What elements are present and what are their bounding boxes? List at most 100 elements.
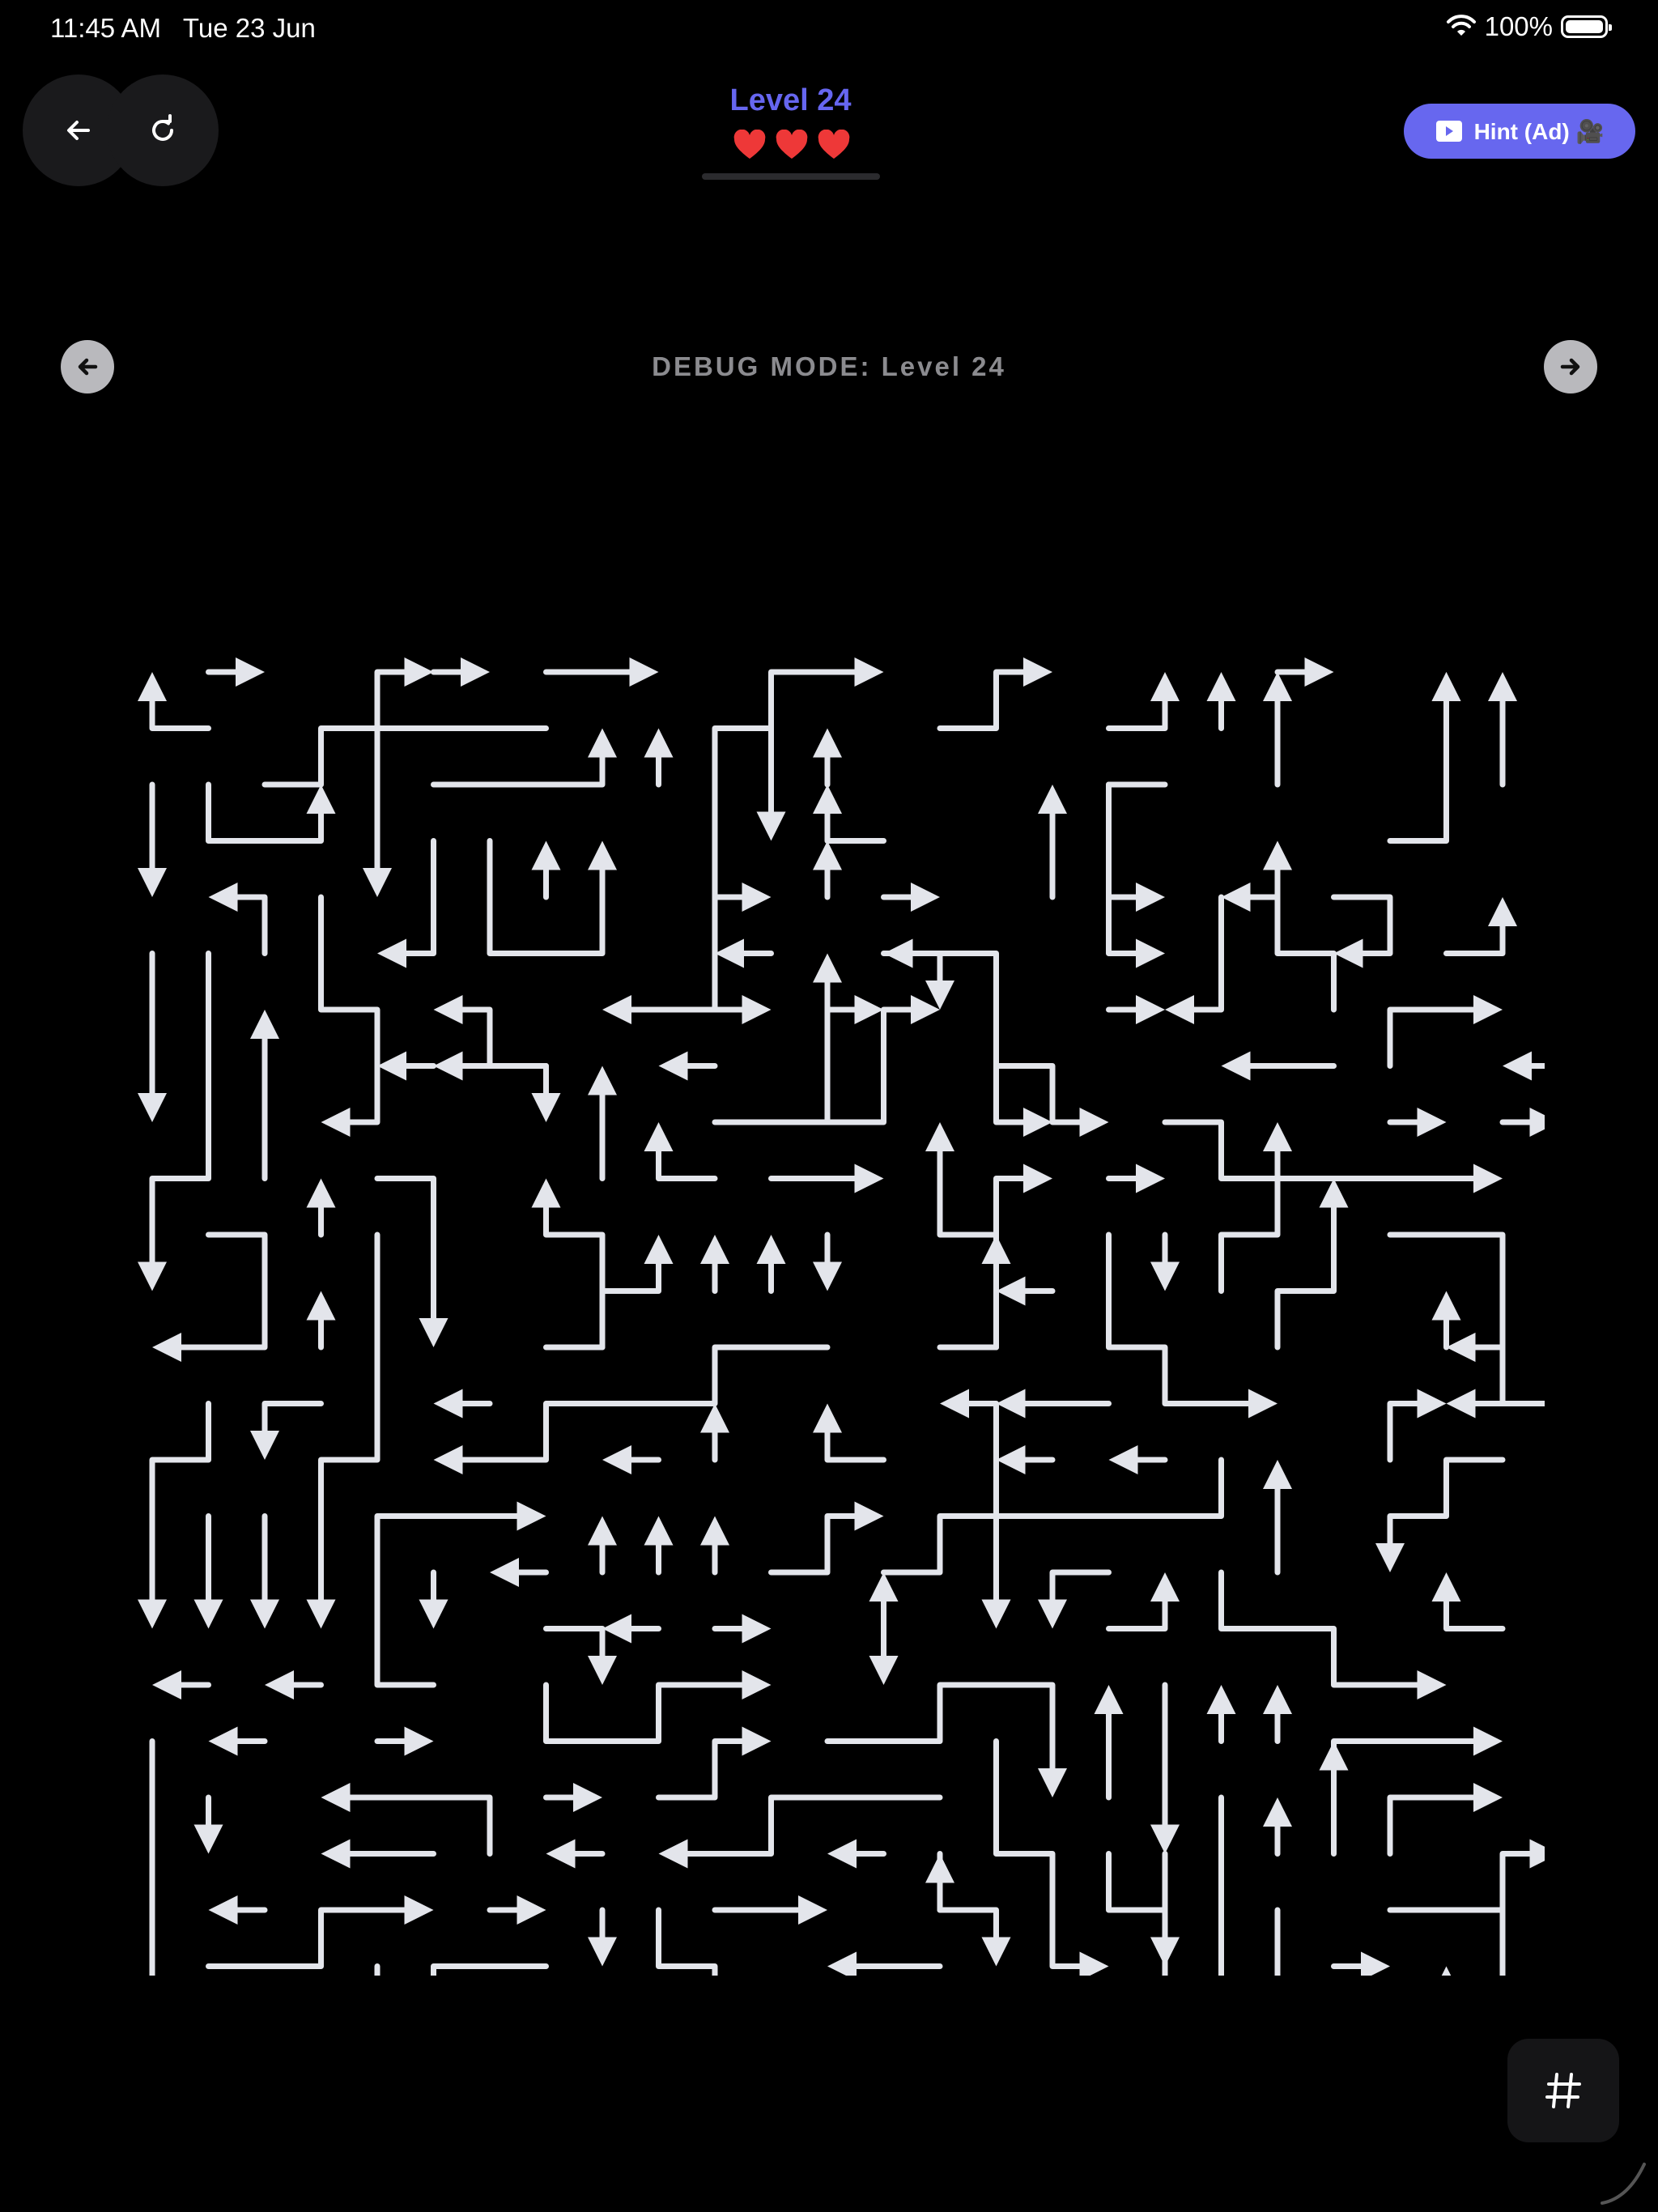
puzzle-arrow[interactable] [374,1501,546,1688]
puzzle-arrow[interactable] [937,657,1052,731]
puzzle-arrow[interactable] [318,894,380,1137]
puzzle-arrow[interactable] [996,1389,1112,1419]
puzzle-arrow[interactable] [756,725,786,841]
puzzle-arrow[interactable] [644,1122,718,1181]
puzzle-arrow[interactable] [827,1951,943,1976]
puzzle-arrow[interactable] [321,1839,436,1869]
puzzle-arrow[interactable] [1150,1231,1180,1291]
puzzle-arrow[interactable] [208,1726,268,1756]
puzzle-arrow[interactable] [138,1738,167,1976]
puzzle-arrow[interactable] [599,1235,674,1351]
puzzle-arrow[interactable] [588,1907,617,1967]
puzzle-arrow[interactable] [431,657,491,687]
puzzle-arrow[interactable] [1387,1839,1545,1913]
next-level-button[interactable] [1544,340,1597,393]
puzzle-arrow[interactable] [712,1895,827,1925]
puzzle-arrow[interactable] [1446,1333,1506,1362]
puzzle-arrow[interactable] [813,728,842,788]
puzzle-arrow[interactable] [824,995,884,1024]
puzzle-arrow[interactable] [306,1178,336,1238]
hint-ad-button[interactable]: Hint (Ad) 🎥 [1404,104,1635,159]
puzzle-arrow[interactable] [1387,1783,1503,1857]
puzzle-arrow[interactable] [1106,781,1166,968]
puzzle-arrow[interactable] [1331,894,1393,968]
puzzle-arrow[interactable] [881,883,941,912]
puzzle-arrow[interactable] [996,1276,1056,1306]
puzzle-arrow[interactable] [1106,1163,1166,1193]
puzzle-arrow[interactable] [306,1231,380,1629]
puzzle-arrow[interactable] [869,1572,899,1631]
puzzle-arrow[interactable] [658,1794,943,1869]
puzzle-arrow[interactable] [813,840,842,900]
puzzle-arrow[interactable] [1319,1741,1349,1857]
puzzle-arrow[interactable] [768,1501,884,1576]
puzzle-arrow[interactable] [1387,1108,1447,1137]
puzzle-arrow[interactable] [377,1051,436,1081]
puzzle-arrow[interactable] [321,1963,380,1976]
puzzle-arrow[interactable] [1274,657,1334,687]
puzzle-arrow[interactable] [993,1006,1053,1137]
puzzle-arrow[interactable] [700,1403,729,1463]
puzzle-arrow[interactable] [1499,1108,1545,1137]
puzzle-arrow[interactable] [1165,894,1224,1024]
puzzle-arrow[interactable] [1108,1445,1168,1474]
puzzle-arrow[interactable] [813,785,886,844]
puzzle-arrow[interactable] [1094,1685,1124,1801]
puzzle-arrow[interactable] [138,672,211,731]
puzzle-arrow[interactable] [602,1445,661,1474]
puzzle-arrow[interactable] [419,1963,549,1976]
puzzle-arrow[interactable] [700,1235,729,1294]
puzzle-arrow[interactable] [250,1401,324,1461]
puzzle-arrow[interactable] [1221,883,1337,1013]
puzzle-arrow[interactable] [531,1063,561,1123]
puzzle-arrow[interactable] [712,1614,772,1644]
puzzle-arrow[interactable] [1375,1457,1506,1572]
puzzle-arrow[interactable] [152,1231,268,1362]
puzzle-arrow[interactable] [981,1457,1224,1629]
arrow-puzzle-board[interactable] [113,640,1545,1976]
puzzle-arrow[interactable] [1218,1122,1293,1294]
puzzle-arrow[interactable] [1331,1951,1391,1976]
puzzle-arrow[interactable] [712,657,884,788]
puzzle-arrow[interactable] [588,1516,617,1576]
puzzle-arrow[interactable] [377,838,436,968]
puzzle-arrow[interactable] [656,1726,772,1801]
puzzle-arrow[interactable] [1038,785,1067,900]
puzzle-arrow[interactable] [1263,1685,1292,1744]
puzzle-arrow[interactable] [1150,1682,1180,1854]
puzzle-arrow[interactable] [1387,995,1503,1069]
puzzle-arrow[interactable] [1106,1851,1180,1967]
puzzle-arrow[interactable] [1106,672,1180,731]
puzzle-arrow[interactable] [1206,1685,1236,1744]
grid-toggle-button[interactable] [1507,2039,1619,2142]
puzzle-arrow[interactable] [1387,672,1461,844]
puzzle-arrow[interactable] [543,1626,618,1686]
puzzle-arrow[interactable] [1106,781,1168,912]
puzzle-arrow[interactable] [813,1231,842,1291]
puzzle-arrow[interactable] [824,1682,1067,1797]
puzzle-arrow[interactable] [208,1895,268,1925]
puzzle-arrow[interactable] [208,883,268,956]
puzzle-arrow[interactable] [1263,1797,1292,1857]
puzzle-arrow[interactable] [206,657,266,687]
puzzle-arrow[interactable] [250,1010,279,1181]
puzzle-arrow[interactable] [827,1839,886,1869]
puzzle-arrow[interactable] [813,1403,886,1463]
puzzle-arrow[interactable] [206,1895,434,1969]
puzzle-arrow[interactable] [433,995,549,1069]
puzzle-arrow[interactable] [487,1895,546,1925]
puzzle-arrow[interactable] [1503,1051,1545,1081]
puzzle-arrow[interactable] [193,1794,223,1854]
puzzle-arrow[interactable] [363,725,549,898]
puzzle-arrow[interactable] [543,1783,603,1812]
puzzle-arrow[interactable] [993,1163,1053,1238]
puzzle-arrow[interactable] [602,781,718,1024]
puzzle-arrow[interactable] [1263,672,1292,788]
puzzle-arrow[interactable] [881,1389,999,1576]
puzzle-arrow[interactable] [602,1614,661,1644]
puzzle-arrow[interactable] [644,728,674,788]
puzzle-arrow[interactable] [433,1389,493,1419]
puzzle-arrow[interactable] [756,1235,786,1294]
puzzle-arrow[interactable] [1106,1572,1180,1631]
puzzle-arrow[interactable] [138,781,167,897]
